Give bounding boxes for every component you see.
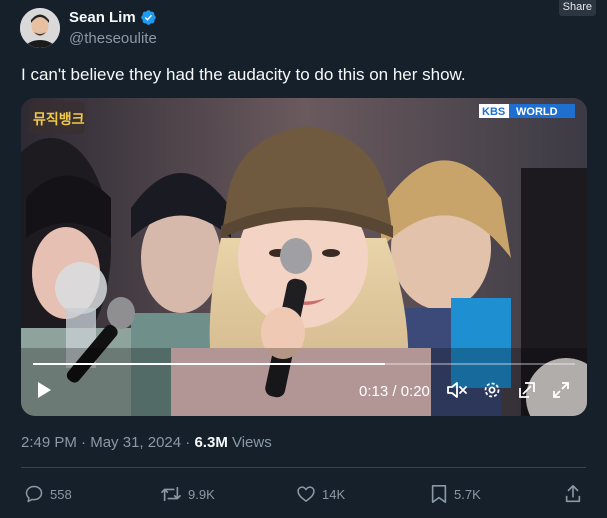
broadcaster-badge: KBS WORLD <box>479 104 575 118</box>
settings-button[interactable] <box>480 380 504 404</box>
reply-count: 558 <box>50 486 72 502</box>
reply-button[interactable]: 558 <box>24 482 72 506</box>
repost-icon <box>160 484 182 504</box>
speaker-muted-icon <box>446 380 468 405</box>
views-label: Views <box>227 434 272 451</box>
heart-icon <box>296 484 316 504</box>
author-handle[interactable]: @theseoulite <box>69 30 157 47</box>
author-name-text[interactable]: Sean Lim <box>69 9 136 26</box>
share-button[interactable]: Share <box>558 0 596 16</box>
like-count: 14K <box>322 486 346 502</box>
play-icon <box>36 381 52 404</box>
repost-count: 9.9K <box>188 486 215 502</box>
show-logo-text: 뮤직뱅크 <box>33 111 85 128</box>
bookmark-button[interactable]: 5.7K <box>430 482 481 506</box>
tweet-meta: 2:49 PM · May 31, 2024 · 6.3M Views <box>21 434 272 451</box>
meta-dot: · <box>181 434 195 451</box>
show-logo: 뮤직뱅크 <box>29 102 85 134</box>
share-icon <box>564 484 582 504</box>
video-time-readout: 0:13 / 0:20 <box>359 383 430 400</box>
bookmark-icon <box>430 484 448 504</box>
meta-separator: · <box>76 434 91 451</box>
like-button[interactable]: 14K <box>296 482 345 506</box>
author-name[interactable]: Sean Lim <box>69 9 157 26</box>
broadcaster-label-text: WORLD <box>516 106 558 118</box>
picture-in-picture-button[interactable] <box>515 380 539 404</box>
views-count[interactable]: 6.3M <box>194 434 227 451</box>
mute-button[interactable] <box>445 380 469 404</box>
repost-button[interactable]: 9.9K <box>160 482 215 506</box>
tweet-date[interactable]: May 31, 2024 <box>90 434 181 451</box>
expand-icon <box>551 380 571 405</box>
bookmark-count: 5.7K <box>454 486 481 502</box>
share-post-button[interactable] <box>564 482 582 506</box>
verified-badge-icon <box>140 9 157 26</box>
divider <box>21 467 586 468</box>
video-frame: 뮤직뱅크 KBS WORLD <box>21 98 587 416</box>
play-button[interactable] <box>33 380 55 404</box>
gear-icon <box>482 380 502 405</box>
video-progress-bar[interactable] <box>33 363 575 365</box>
video-player[interactable]: 뮤직뱅크 KBS WORLD 0:13 / 0:20 <box>21 98 587 416</box>
avatar[interactable] <box>20 8 60 48</box>
picture-in-picture-icon <box>517 380 537 405</box>
tweet-text: I can't believe they had the audacity to… <box>21 65 466 84</box>
reply-icon <box>24 484 44 504</box>
tweet-time[interactable]: 2:49 PM <box>21 434 77 451</box>
broadcaster-badge-text: KBS <box>482 106 505 118</box>
video-progress-fill <box>33 363 386 365</box>
fullscreen-button[interactable] <box>549 380 573 404</box>
